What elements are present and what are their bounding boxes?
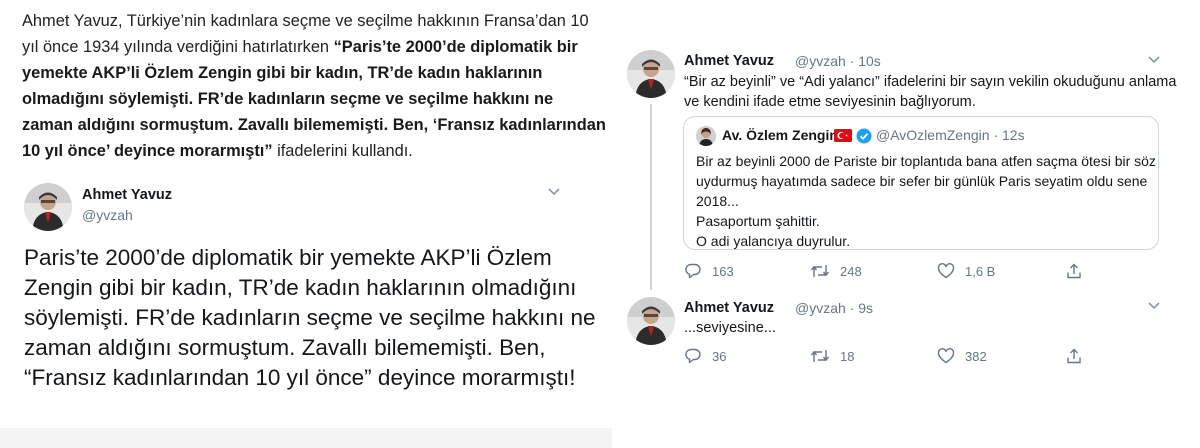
avatar[interactable]	[627, 50, 675, 98]
verified-badge-icon	[856, 128, 872, 144]
like-count: 382	[965, 348, 987, 364]
heart-icon	[937, 348, 955, 364]
chevron-down-icon[interactable]	[546, 186, 562, 198]
tweet-text: “Bir az beyinli” ve “Adi yalancı” ifadel…	[684, 74, 1177, 110]
tweet-action-bar: 36 18 382	[684, 346, 1084, 366]
retweet-count: 18	[840, 348, 855, 364]
avatar[interactable]	[24, 183, 72, 231]
tweet-handle-time[interactable]: @yvzah · 9s	[795, 300, 873, 316]
tweet-text: Paris’te 2000’de diplomatik bir yemekte …	[24, 245, 596, 390]
retweet-button[interactable]: 248	[810, 261, 862, 281]
reply-icon	[685, 348, 701, 364]
retweet-count: 248	[840, 263, 862, 279]
reply-icon	[685, 263, 701, 279]
tweet-author-handle[interactable]: @yvzah	[82, 207, 133, 223]
tweet-action-bar: 163 248 1,6 B	[684, 261, 1084, 281]
reply-button[interactable]: 163	[684, 261, 734, 281]
reply-count: 36	[712, 348, 727, 364]
share-button[interactable]	[1065, 346, 1083, 366]
quoted-text-line: O adi yalancıya duyrulur.	[696, 233, 851, 249]
chevron-down-icon[interactable]	[1146, 300, 1162, 312]
reply-button[interactable]: 36	[684, 346, 726, 366]
news-article-panel: Ahmet Yavuz, Türkiye’nin kadınlara seçme…	[0, 0, 612, 448]
tweet-text: ...seviyesine...	[684, 320, 776, 336]
avatar[interactable]	[627, 297, 675, 345]
article-paragraph: Ahmet Yavuz, Türkiye’nin kadınlara seçme…	[22, 8, 607, 164]
turkey-flag-icon	[834, 129, 852, 142]
article-outro: ifadelerini kullandı.	[272, 142, 413, 160]
share-icon	[1067, 263, 1081, 279]
reply-count: 163	[712, 263, 734, 279]
quoted-text-line: Pasaportum şahittir.	[696, 213, 820, 229]
thread-connector-line	[650, 104, 652, 290]
like-button[interactable]: 382	[937, 346, 987, 366]
retweet-icon	[810, 265, 830, 277]
retweet-button[interactable]: 18	[810, 346, 854, 366]
retweet-icon	[810, 350, 830, 362]
avatar	[696, 126, 716, 146]
quoted-tweet[interactable]: Av. Özlem Zengin @AvOzlemZengin · 12s Bi…	[683, 116, 1159, 250]
share-button[interactable]	[1065, 261, 1083, 281]
tweet-author-name[interactable]: Ahmet Yavuz	[82, 187, 172, 203]
quoted-handle-time: @AvOzlemZengin · 12s	[876, 127, 1025, 143]
quoted-author-name: Av. Özlem Zengin	[722, 127, 838, 143]
quoted-text-line: uydurmuş hayatımda sadece bir sefer bir …	[696, 173, 1148, 189]
tweet-author-name[interactable]: Ahmet Yavuz	[684, 53, 774, 69]
like-button[interactable]: 1,6 B	[937, 261, 995, 281]
tweet-author-name[interactable]: Ahmet Yavuz	[684, 300, 774, 316]
quoted-text-line: Bir az beyinli 2000 de Pariste bir topla…	[696, 153, 1156, 169]
like-count: 1,6 B	[965, 263, 996, 279]
share-icon	[1067, 348, 1081, 364]
heart-icon	[937, 263, 955, 279]
tweet-handle-time[interactable]: @yvzah · 10s	[795, 53, 881, 69]
quoted-text-line: 2018...	[696, 193, 739, 209]
page-bottom-band	[0, 428, 612, 448]
chevron-down-icon[interactable]	[1146, 54, 1162, 66]
quoted-tweet-text: Bir az beyinli 2000 de Pariste bir topla…	[696, 151, 1156, 251]
